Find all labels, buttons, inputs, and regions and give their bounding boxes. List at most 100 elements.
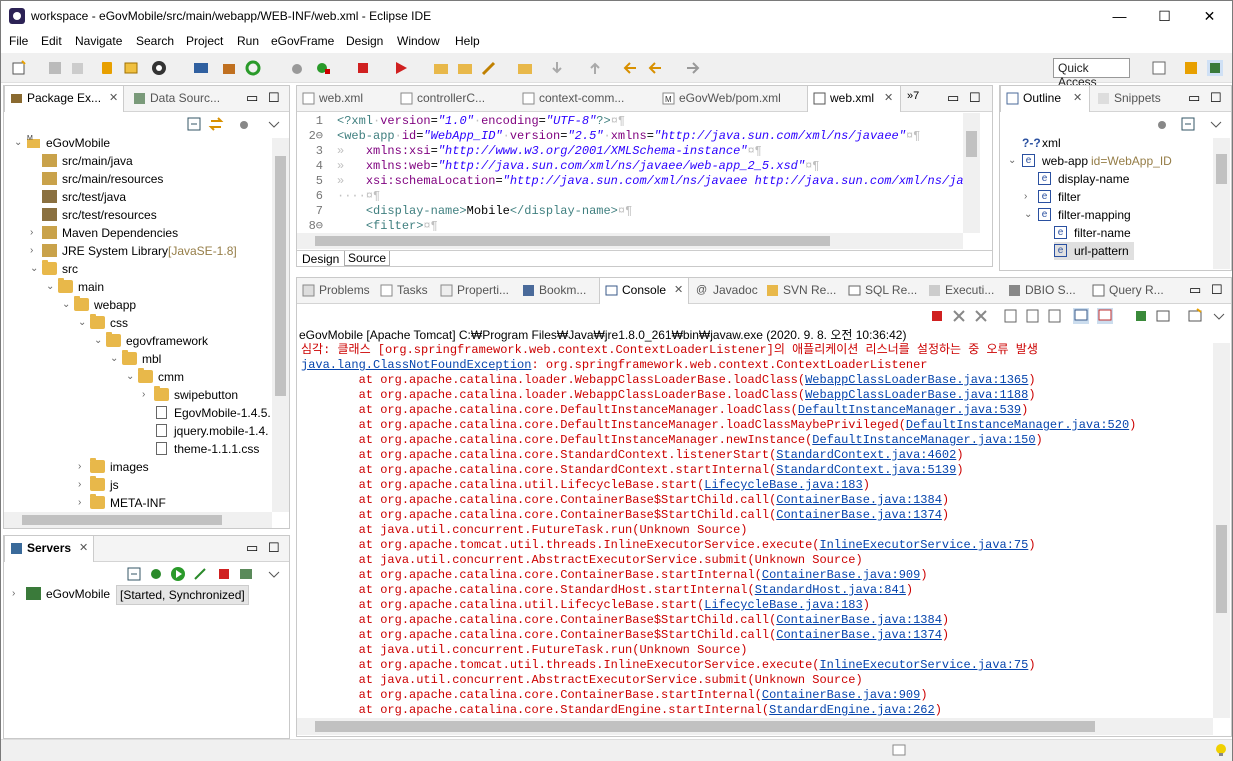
close-icon[interactable]: ✕ — [674, 278, 683, 303]
close-button[interactable]: ✕ — [1187, 1, 1232, 31]
expand-arrow-icon[interactable]: ⌄ — [1024, 210, 1032, 220]
tab-problems[interactable]: Problems — [297, 278, 373, 304]
code-editor[interactable]: 1 <?xml·version="1.0"·encoding="UTF-8"?>¤… — [297, 113, 978, 233]
scrollbar-thumb[interactable] — [315, 236, 830, 246]
tab-console[interactable]: Console ✕ — [599, 278, 689, 304]
scrollbar-thumb[interactable] — [1216, 525, 1227, 613]
show-on-stdout-icon[interactable] — [1073, 308, 1089, 324]
stack-trace-link[interactable]: WebappClassLoaderBase.java:1188 — [805, 388, 1028, 402]
maximize-icon[interactable]: ☐ — [1211, 282, 1223, 298]
stack-trace-link[interactable]: ContainerBase.java:909 — [762, 688, 920, 702]
new-icon[interactable] — [11, 60, 27, 76]
console-output[interactable]: 심각: 클래스 [org.springframework.web.context… — [297, 343, 1213, 718]
collapse-all-icon[interactable] — [186, 116, 202, 132]
debug-server-icon[interactable] — [148, 566, 164, 582]
minimize-icon[interactable]: ▭ — [246, 90, 258, 106]
publish-icon[interactable] — [238, 566, 254, 582]
stop-icon[interactable] — [355, 60, 371, 76]
stack-trace-link[interactable]: java.lang.ClassNotFoundException — [301, 358, 531, 372]
tab-servers[interactable]: Servers ✕ — [4, 536, 94, 562]
tip-lightbulb-icon[interactable] — [1213, 742, 1229, 758]
menu-navigate[interactable]: Navigate — [75, 34, 122, 48]
console-horizontal-scrollbar[interactable] — [297, 718, 1213, 735]
view-menu-icon[interactable] — [266, 116, 282, 132]
expand-arrow-icon[interactable]: ⌄ — [1008, 156, 1016, 166]
close-icon[interactable]: ✕ — [79, 536, 88, 561]
save-icon[interactable] — [47, 60, 63, 76]
wand-icon[interactable] — [481, 60, 497, 76]
stack-trace-link[interactable]: StandardHost.java:841 — [755, 583, 906, 597]
save-all-icon[interactable] — [69, 60, 85, 76]
build-icon[interactable] — [99, 60, 115, 76]
maximize-icon[interactable]: ☐ — [969, 90, 981, 106]
stack-trace-link[interactable]: ContainerBase.java:1384 — [776, 493, 942, 507]
egov-perspective-icon[interactable] — [1207, 60, 1223, 76]
stack-trace-link[interactable]: DefaultInstanceManager.java:520 — [906, 418, 1129, 432]
editor-vertical-scrollbar[interactable] — [963, 113, 980, 233]
expand-arrow-icon[interactable]: ⌄ — [94, 336, 102, 346]
collapsed-arrow-icon[interactable]: › — [1024, 192, 1032, 202]
outline-item-url-pattern-selected[interactable]: e url-pattern — [1054, 242, 1134, 260]
external-tools-icon[interactable] — [123, 60, 139, 76]
editor-horizontal-scrollbar[interactable] — [297, 233, 963, 249]
package-icon[interactable] — [221, 60, 237, 76]
close-icon[interactable]: ✕ — [884, 86, 893, 111]
tab-web-xml-active[interactable]: web.xml ✕ — [807, 86, 901, 112]
explorer-horizontal-scrollbar[interactable] — [4, 512, 272, 528]
tab-properties[interactable]: Properti... — [435, 278, 515, 304]
scrollbar-thumb[interactable] — [275, 156, 286, 396]
tab-tasks[interactable]: Tasks — [375, 278, 433, 304]
collapsed-arrow-icon[interactable]: › — [142, 390, 150, 400]
open-console-icon[interactable] — [1187, 308, 1203, 324]
run-icon[interactable] — [393, 60, 409, 76]
expand-arrow-icon[interactable]: ⌄ — [62, 300, 70, 310]
expand-arrow-icon[interactable]: ⌄ — [30, 264, 38, 274]
menu-run[interactable]: Run — [237, 34, 259, 48]
close-icon[interactable]: ✕ — [109, 86, 118, 111]
tab-sql-results[interactable]: SQL Re... — [843, 278, 921, 304]
stack-trace-link[interactable]: StandardContext.java:4602 — [776, 448, 956, 462]
menu-help[interactable]: Help — [455, 34, 480, 48]
menu-search[interactable]: Search — [136, 34, 174, 48]
tab-design[interactable]: Design — [299, 252, 342, 266]
stack-trace-link[interactable]: InlineExecutorService.java:75 — [819, 658, 1028, 672]
back-icon[interactable] — [647, 60, 663, 76]
profile-server-icon[interactable] — [192, 566, 208, 582]
expand-arrow-icon[interactable]: ⌄ — [78, 318, 86, 328]
expand-arrow-icon[interactable]: ⌄ — [126, 372, 134, 382]
maximize-icon[interactable]: ☐ — [268, 90, 280, 106]
menu-edit[interactable]: Edit — [41, 34, 62, 48]
collapsed-arrow-icon[interactable]: › — [30, 228, 38, 238]
open-perspective-icon[interactable] — [1151, 60, 1167, 76]
open-type-icon[interactable] — [433, 60, 449, 76]
remove-all-terminated-icon[interactable] — [973, 308, 989, 324]
maximize-icon[interactable]: ☐ — [268, 540, 280, 556]
tab-controller-context[interactable]: controllerC... — [395, 86, 515, 112]
prev-annotation-icon[interactable] — [587, 60, 603, 76]
view-menu-icon[interactable] — [1208, 116, 1224, 132]
terminate-icon[interactable] — [929, 308, 945, 324]
tab-data-source[interactable]: Data Sourc... — [128, 86, 248, 112]
next-annotation-icon[interactable] — [549, 60, 565, 76]
tab-web-xml-1[interactable]: web.xml — [297, 86, 393, 112]
explorer-vertical-scrollbar[interactable] — [272, 138, 289, 512]
scrollbar-thumb[interactable] — [966, 131, 977, 157]
start-server-icon[interactable] — [170, 566, 186, 582]
menu-project[interactable]: Project — [186, 34, 223, 48]
menu-window[interactable]: Window — [397, 34, 440, 48]
terminal-icon[interactable] — [193, 60, 209, 76]
minimize-icon[interactable]: ▭ — [1188, 90, 1200, 106]
scroll-lock-icon[interactable] — [1025, 308, 1041, 324]
menu-design[interactable]: Design — [346, 34, 383, 48]
word-wrap-icon[interactable] — [1047, 308, 1063, 324]
tab-pom-xml[interactable]: MeGovWeb/pom.xml — [657, 86, 805, 112]
collapsed-arrow-icon[interactable]: › — [78, 462, 86, 472]
minimize-icon[interactable]: ▭ — [947, 90, 959, 106]
tab-query-results[interactable]: Query R... — [1087, 278, 1177, 304]
scrollbar-thumb[interactable] — [315, 721, 1095, 732]
close-icon[interactable]: ✕ — [1073, 86, 1082, 111]
search-icon[interactable] — [517, 60, 533, 76]
maximize-button[interactable]: ☐ — [1142, 1, 1187, 31]
tab-source[interactable]: Source — [344, 251, 391, 266]
refresh-icon[interactable] — [245, 60, 261, 76]
